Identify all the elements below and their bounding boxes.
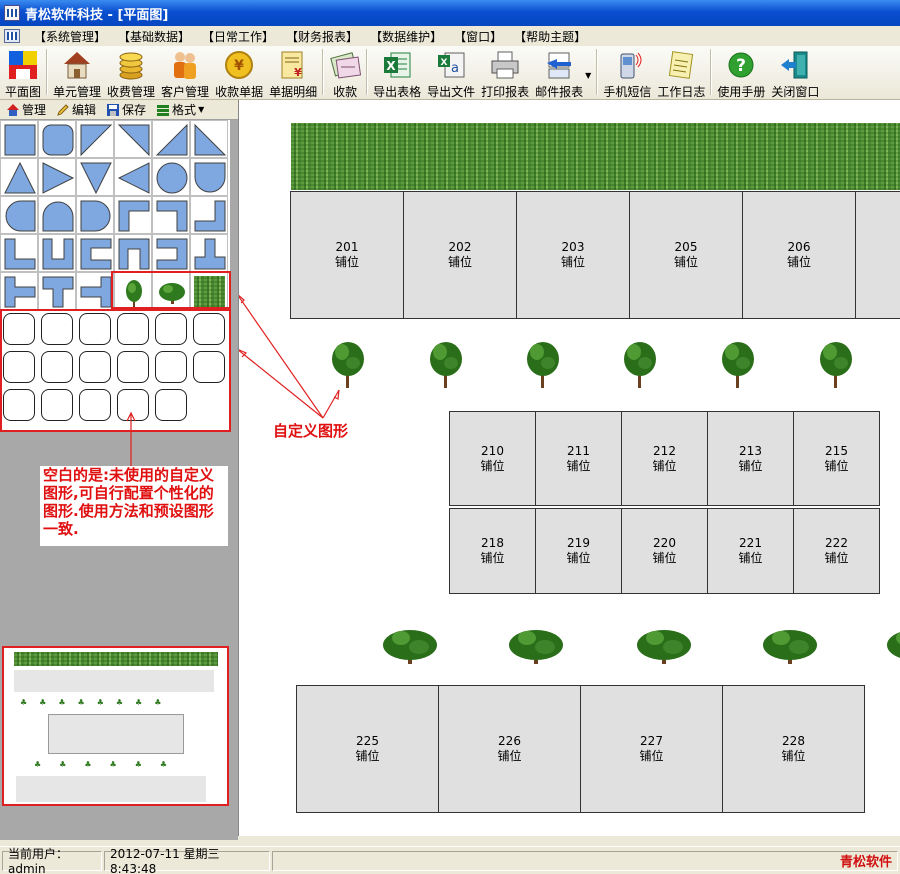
- receipt-icon: ¥: [277, 49, 309, 81]
- svg-text:¥: ¥: [294, 66, 302, 79]
- annotation-arrows: [239, 294, 340, 419]
- export-file-button[interactable]: aX 导出文件: [424, 46, 478, 99]
- preview-row: [14, 670, 214, 692]
- payment-icon: [329, 49, 362, 81]
- preview-trees: ♣♣♣♣♣♣: [34, 760, 186, 769]
- export-file-icon: aX: [435, 49, 467, 81]
- menu-window[interactable]: 【窗口】: [448, 28, 508, 45]
- svg-text:X: X: [441, 58, 448, 68]
- status-brand: 青松软件: [272, 850, 898, 871]
- annotation-custom-shapes-label: 自定义图形: [273, 422, 349, 440]
- preview-row: [48, 714, 184, 754]
- excel-icon: X: [381, 49, 413, 81]
- help-icon: ?: [725, 49, 757, 81]
- close-window-button[interactable]: 关闭窗口: [768, 46, 822, 99]
- notepad-icon: [665, 49, 697, 81]
- floorplan-canvas[interactable]: 201铺位202铺位203铺位205铺位206铺位铺 210铺位211铺位212…: [238, 100, 900, 836]
- chevron-down-icon[interactable]: ▼: [585, 71, 591, 80]
- payment-button[interactable]: 收款: [326, 46, 364, 99]
- svg-text:a: a: [451, 61, 459, 76]
- menu-finance-reports[interactable]: 【财务报表】: [280, 28, 364, 45]
- email-icon: [543, 49, 575, 81]
- svg-text:X: X: [386, 59, 396, 73]
- status-datetime: 2012-07-11 星期三 8:43:48: [104, 847, 270, 874]
- preview-grass: [14, 652, 218, 666]
- user-manual-button[interactable]: ? 使用手册: [714, 46, 768, 99]
- phone-icon: [611, 49, 643, 81]
- exit-icon: [779, 49, 811, 81]
- print-report-button[interactable]: 打印报表: [478, 46, 532, 99]
- status-bar: 当前用户：admin 2012-07-11 星期三 8:43:48 青松软件: [0, 846, 900, 874]
- export-table-button[interactable]: X 导出表格: [370, 46, 424, 99]
- preview-trees: ♣♣♣♣♣♣♣♣: [20, 698, 174, 707]
- work-log-button[interactable]: 工作日志: [654, 46, 708, 99]
- annotation-arrow-down: [126, 411, 136, 466]
- svg-text:?: ?: [736, 56, 746, 76]
- menu-help[interactable]: 【帮助主题】: [508, 28, 592, 45]
- floorplan-preview[interactable]: ♣♣♣♣♣♣♣♣ ♣♣♣♣♣♣: [2, 646, 229, 806]
- preview-row: [16, 776, 206, 802]
- status-current-user: 当前用户：admin: [2, 847, 102, 874]
- menu-data-maintenance[interactable]: 【数据维护】: [364, 28, 448, 45]
- sms-button[interactable]: 手机短信: [600, 46, 654, 99]
- printer-icon: [489, 49, 521, 81]
- email-report-button[interactable]: 邮件报表 ▼: [532, 46, 594, 99]
- voucher-detail-button[interactable]: ¥ 单据明细: [266, 46, 320, 99]
